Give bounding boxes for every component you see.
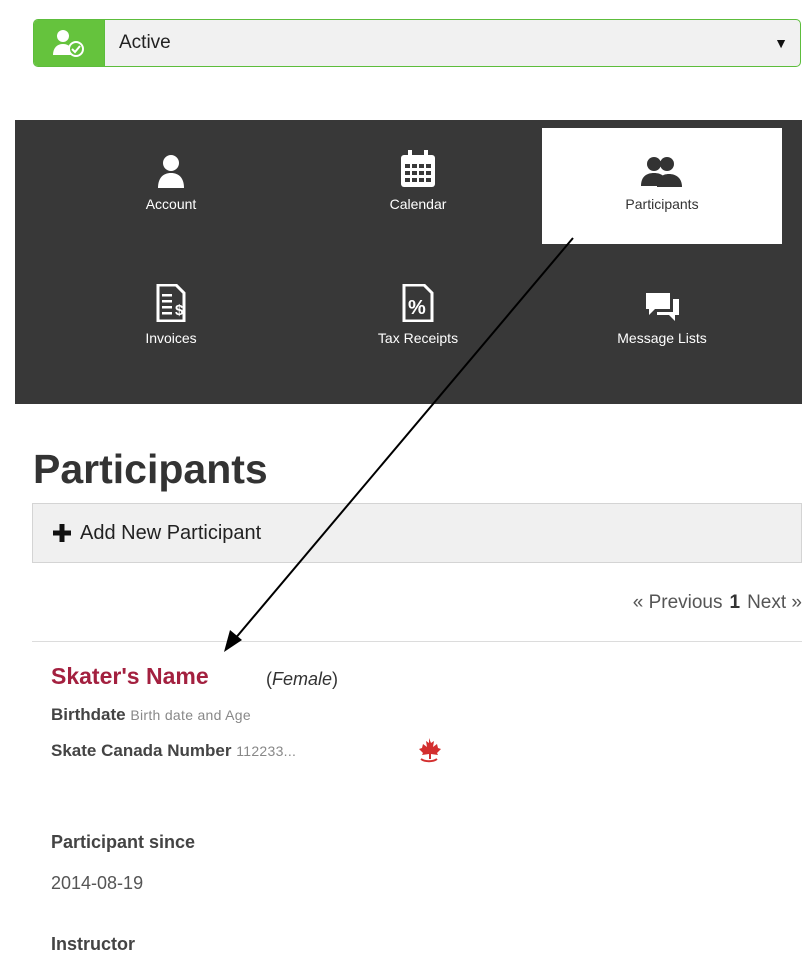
pagination: « Previous 1 Next »	[633, 592, 802, 614]
status-selected-value: Active	[119, 32, 171, 53]
birthdate-value: Birth date and Age	[130, 707, 251, 723]
status-addon	[34, 20, 105, 66]
participant-gender: (Female)	[266, 669, 339, 689]
skate-canada-row: Skate Canada Number 112233...	[51, 741, 296, 761]
nav-grid: Account Calendar Participants $ Invoices…	[15, 120, 802, 404]
maple-leaf-icon	[419, 738, 441, 763]
participant-since-label: Participant since	[51, 832, 196, 852]
gender-value: Female	[272, 669, 333, 689]
toolbar: Add New Participant	[32, 503, 802, 563]
user-check-icon	[53, 30, 84, 57]
status-select-group[interactable]: Active ▼	[33, 19, 801, 67]
add-participant-button[interactable]: Add New Participant	[53, 522, 261, 545]
birthdate-label: Birthdate	[51, 705, 126, 724]
nav-tile-participants[interactable]: Participants	[542, 128, 782, 244]
nav-tile-account[interactable]: Account	[51, 128, 291, 244]
invoice-icon: $	[156, 284, 186, 322]
nav-tile-invoices[interactable]: $ Invoices	[51, 262, 291, 378]
divider	[32, 641, 802, 642]
nav-label-calendar: Calendar	[389, 196, 447, 212]
chevron-down-icon: ▼	[774, 35, 788, 51]
nav-label-participants: Participants	[625, 196, 699, 212]
birthdate-row: Birthdate Birth date and Age	[51, 705, 251, 725]
pager-next[interactable]: Next »	[747, 592, 802, 614]
participant-since-value: 2014-08-19	[51, 873, 144, 893]
svg-text:$: $	[175, 302, 184, 319]
plus-icon	[53, 524, 71, 542]
chat-icon	[646, 293, 679, 321]
svg-text:%: %	[408, 297, 426, 319]
status-select[interactable]: Active ▼	[105, 20, 800, 66]
skate-canada-label: Skate Canada Number	[51, 741, 232, 760]
percent-doc-icon: %	[402, 284, 434, 322]
nav-label-tax-receipts: Tax Receipts	[377, 330, 459, 346]
calendar-icon	[401, 150, 435, 187]
skate-canada-value: 112233...	[236, 743, 297, 759]
add-participant-label: Add New Participant	[80, 521, 262, 544]
nav-tile-tax-receipts[interactable]: % Tax Receipts	[298, 262, 538, 378]
nav-tile-calendar[interactable]: Calendar	[298, 128, 538, 244]
participant-name[interactable]: Skater's Name	[51, 663, 209, 690]
nav-label-invoices: Invoices	[145, 330, 197, 346]
pager-current[interactable]: 1	[730, 592, 741, 614]
nav-tile-message-lists[interactable]: Message Lists	[542, 262, 782, 378]
nav-label-account: Account	[145, 196, 197, 212]
page-title: Participants	[33, 446, 268, 492]
user-icon	[158, 155, 184, 188]
pager-previous[interactable]: « Previous	[633, 592, 723, 614]
users-icon	[641, 157, 682, 187]
instructor-label: Instructor	[51, 934, 136, 954]
nav-label-message-lists: Message Lists	[617, 330, 707, 346]
